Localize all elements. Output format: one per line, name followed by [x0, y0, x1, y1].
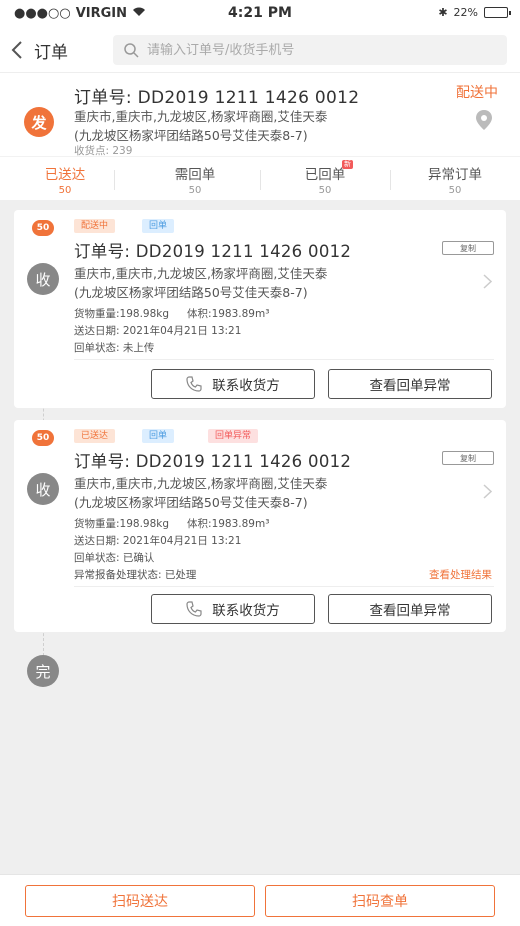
tab-exceptions[interactable]: 异常订单 50 — [390, 157, 520, 200]
divider — [74, 586, 494, 587]
tab-needs-receipt[interactable]: 需回单 50 — [130, 157, 260, 200]
search-box[interactable] — [113, 35, 507, 65]
order-card[interactable]: 50 配送中 回单 订单号: DD2019 1211 1426 0012 复制 … — [14, 210, 506, 408]
scan-lookup-button[interactable]: 扫码查单 — [265, 885, 495, 917]
phone-icon — [186, 376, 202, 392]
dispatch-badge: 发 — [24, 107, 54, 137]
tab-receipted[interactable]: 已回单 新 50 — [260, 157, 390, 200]
view-receipt-exception-button[interactable]: 查看回单异常 — [328, 369, 492, 399]
receipt-status: 回单状态: 未上传 — [74, 342, 155, 354]
sequence-badge: 50 — [32, 430, 54, 446]
address-line: 重庆市,重庆市,九龙坡区,杨家坪商圈,艾佳天泰 — [74, 476, 328, 491]
tab-divider — [390, 170, 391, 190]
divider — [74, 359, 494, 360]
tab-divider — [260, 170, 261, 190]
page-title: 订单 — [34, 42, 68, 63]
address-detail: (九龙坡区杨家坪团结路50号艾佳天泰8-7) — [74, 285, 308, 300]
status-tag: 已送达 — [74, 429, 116, 443]
tab-divider — [114, 170, 115, 190]
tab-count: 50 — [318, 185, 332, 196]
receipt-tag: 回单 — [142, 219, 175, 233]
cargo-volume: 体积:1983.89m³ — [187, 518, 270, 530]
contact-consignee-button[interactable]: 联系收货方 — [151, 369, 315, 399]
sequence-badge: 50 — [32, 220, 54, 236]
current-order[interactable]: 发 订单号: DD2019 1211 1426 0012 重庆市,重庆市,九龙坡… — [0, 72, 520, 157]
complete-badge: 完 — [27, 655, 59, 687]
delivery-date: 送达日期: 2021年04月21日 13:21 — [74, 325, 242, 337]
status-bar: ●●●○○ VIRGIN 4:21 PM ✱ 22% — [0, 0, 520, 28]
tab-label: 已回单 — [304, 167, 346, 183]
order-tabs: 已送达 50 需回单 50 已回单 新 50 异常订单 50 — [0, 156, 520, 200]
nav-bar: 订单 — [0, 28, 520, 72]
receive-badge: 收 — [27, 473, 59, 505]
search-input[interactable] — [147, 42, 477, 58]
search-icon — [124, 43, 139, 58]
contact-consignee-button[interactable]: 联系收货方 — [151, 594, 315, 624]
receipt-status: 回单状态: 已确认 — [74, 552, 155, 564]
order-number: 订单号: DD2019 1211 1426 0012 — [74, 88, 360, 108]
cargo-weight: 货物重量:198.98kg — [74, 518, 170, 530]
address-line: 重庆市,重庆市,九龙坡区,杨家坪商圈,艾佳天泰 — [74, 266, 328, 281]
exception-tag: 回单异常 — [208, 429, 259, 443]
cargo-weight: 货物重量:198.98kg — [74, 308, 170, 320]
address-line: 重庆市,重庆市,九龙坡区,杨家坪商圈,艾佳天泰 — [74, 109, 328, 124]
new-badge: 新 — [342, 160, 353, 169]
tab-label: 需回单 — [174, 167, 216, 183]
phone-icon — [186, 601, 202, 617]
cargo-volume: 体积:1983.89m³ — [187, 308, 270, 320]
tab-delivered[interactable]: 已送达 50 — [0, 157, 130, 200]
order-status: 配送中 — [456, 85, 498, 101]
tab-label: 已送达 — [44, 167, 86, 183]
status-tag: 配送中 — [74, 219, 116, 233]
view-receipt-exception-button[interactable]: 查看回单异常 — [328, 594, 492, 624]
scan-deliver-button[interactable]: 扫码送达 — [25, 885, 255, 917]
bluetooth-icon: ✱ — [438, 6, 448, 19]
tab-label: 异常订单 — [428, 167, 482, 183]
order-card[interactable]: 50 已送达 回单 回单异常 订单号: DD2019 1211 1426 001… — [14, 420, 506, 632]
location-pin-icon[interactable] — [474, 109, 494, 135]
chevron-left-icon — [11, 41, 22, 59]
tab-count: 50 — [188, 185, 202, 196]
copy-button[interactable]: 复制 — [442, 451, 494, 465]
order-number: 订单号: DD2019 1211 1426 0012 — [74, 452, 352, 471]
order-number: 订单号: DD2019 1211 1426 0012 — [74, 242, 352, 261]
copy-button[interactable]: 复制 — [442, 241, 494, 255]
exception-status: 异常报备处理状态: 已处理 — [74, 569, 197, 581]
delivery-date: 送达日期: 2021年04月21日 13:21 — [74, 535, 242, 547]
chevron-right-icon[interactable] — [483, 274, 493, 293]
chevron-right-icon[interactable] — [483, 484, 493, 503]
tab-count: 50 — [58, 185, 72, 196]
bottom-action-bar: 扫码送达 扫码查单 — [0, 874, 520, 926]
battery-percent: 22% — [453, 6, 478, 19]
battery-icon — [484, 7, 511, 18]
receive-badge: 收 — [27, 263, 59, 295]
address-detail: (九龙坡区杨家坪团结路50号艾佳天泰8-7) — [74, 495, 308, 510]
tab-count: 50 — [448, 185, 462, 196]
back-button[interactable] — [0, 28, 34, 72]
view-result-link[interactable]: 查看处理结果 — [429, 567, 492, 582]
receipt-tag: 回单 — [142, 429, 175, 443]
